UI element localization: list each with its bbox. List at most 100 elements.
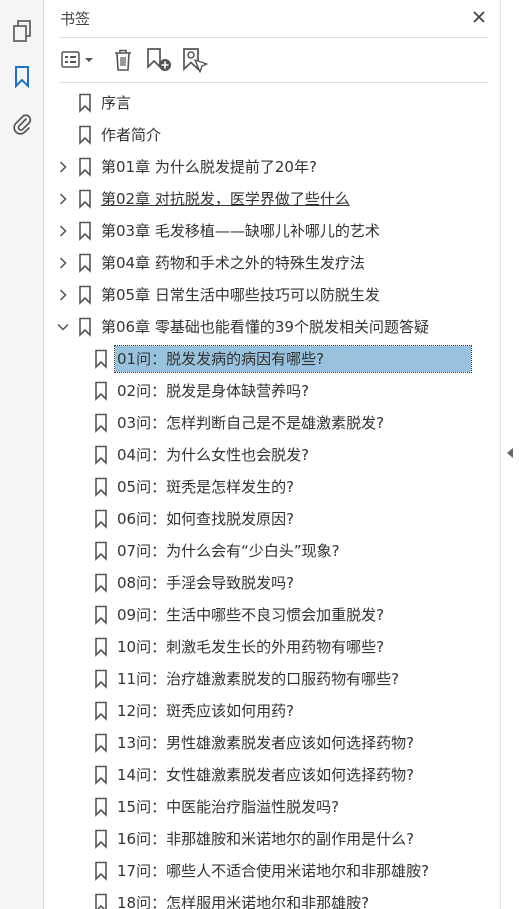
panel-header: 书签 bbox=[60, 0, 490, 36]
left-navigation-rail bbox=[0, 0, 44, 909]
bookmark-icon bbox=[94, 605, 110, 625]
bookmark-label: 07问：为什么会有“少白头”现象? bbox=[117, 542, 340, 560]
bookmark-item[interactable]: 第03章 毛发移植——缺哪儿补哪儿的艺术 bbox=[45, 217, 477, 245]
bookmark-child-item[interactable]: 02问：脱发是身体缺营养吗? bbox=[45, 377, 477, 405]
bookmark-icon bbox=[94, 733, 110, 753]
bookmark-label: 18问：怎样服用米诺地尔和非那雄胺? bbox=[117, 894, 370, 909]
bookmark-icon bbox=[78, 221, 94, 241]
new-bookmark-icon[interactable] bbox=[144, 44, 174, 76]
bookmark-icon bbox=[78, 189, 94, 209]
divider bbox=[60, 82, 488, 83]
bookmark-label: 17问：哪些人不适合使用米诺地尔和非那雄胺? bbox=[117, 862, 430, 880]
bookmark-label: 第04章 药物和手术之外的特殊生发疗法 bbox=[101, 254, 365, 272]
bookmark-child-item[interactable]: 05问：斑秃是怎样发生的? bbox=[45, 473, 477, 501]
bookmark-item[interactable]: 第02章 对抗脱发，医学界做了些什么 bbox=[45, 185, 477, 213]
bookmark-label: 作者简介 bbox=[101, 126, 162, 144]
bookmark-child-item[interactable]: 07问：为什么会有“少白头”现象? bbox=[45, 537, 477, 565]
bookmark-icon bbox=[94, 573, 110, 593]
bookmark-child-item[interactable]: 16问：非那雄胺和米诺地尔的副作用是什么? bbox=[45, 825, 477, 853]
bookmark-icon bbox=[78, 157, 94, 177]
bookmark-label: 13问：男性雄激素脱发者应该如何选择药物? bbox=[117, 734, 415, 752]
panel-splitter[interactable] bbox=[500, 0, 519, 909]
bookmark-label: 05问：斑秃是怎样发生的? bbox=[117, 478, 295, 496]
bookmark-icon bbox=[94, 861, 110, 881]
bookmark-icon bbox=[94, 413, 110, 433]
bookmark-label: 第03章 毛发移植——缺哪儿补哪儿的艺术 bbox=[101, 222, 380, 240]
bookmark-label: 16问：非那雄胺和米诺地尔的副作用是什么? bbox=[117, 830, 415, 848]
chevron-down-icon[interactable] bbox=[55, 319, 71, 335]
bookmark-label: 11问：治疗雄激素脱发的口服药物有哪些? bbox=[117, 670, 400, 688]
bookmark-label: 06问：如何查找脱发原因? bbox=[117, 510, 295, 528]
chevron-right-icon[interactable] bbox=[55, 223, 71, 239]
bookmark-label: 01问：脱发发病的病因有哪些? bbox=[114, 345, 472, 373]
bookmark-item[interactable]: 第06章 零基础也能看懂的39个脱发相关问题答疑 bbox=[45, 313, 477, 341]
bookmark-child-item[interactable]: 03问：怎样判断自己是不是雄激素脱发? bbox=[45, 409, 477, 437]
bookmark-item[interactable]: 作者简介 bbox=[45, 121, 477, 149]
bookmark-label: 第02章 对抗脱发，医学界做了些什么 bbox=[101, 190, 350, 208]
bookmark-child-item[interactable]: 09问：生活中哪些不良习惯会加重脱发? bbox=[45, 601, 477, 629]
bookmark-child-item[interactable]: 15问：中医能治疗脂溢性脱发吗? bbox=[45, 793, 477, 821]
bookmark-child-item[interactable]: 10问：刺激毛发生长的外用药物有哪些? bbox=[45, 633, 477, 661]
delete-icon[interactable] bbox=[110, 44, 136, 76]
pages-icon[interactable] bbox=[9, 18, 35, 44]
bookmark-child-item[interactable]: 06问：如何查找脱发原因? bbox=[45, 505, 477, 533]
bookmark-child-item[interactable]: 17问：哪些人不适合使用米诺地尔和非那雄胺? bbox=[45, 857, 477, 885]
panel-title: 书签 bbox=[60, 10, 91, 28]
bookmark-label: 序言 bbox=[101, 94, 132, 112]
bookmark-label: 10问：刺激毛发生长的外用药物有哪些? bbox=[117, 638, 385, 656]
bookmark-label: 14问：女性雄激素脱发者应该如何选择药物? bbox=[117, 766, 415, 784]
bookmark-tree: 序言作者简介第01章 为什么脱发提前了20年? 第02章 对抗脱发，医学界做了些什… bbox=[45, 89, 477, 909]
bookmark-child-item[interactable]: 12问：斑秃应该如何用药? bbox=[45, 697, 477, 725]
bookmark-child-item[interactable]: 14问：女性雄激素脱发者应该如何选择药物? bbox=[45, 761, 477, 789]
bookmark-icon bbox=[94, 829, 110, 849]
bookmark-icon bbox=[94, 477, 110, 497]
chevron-right-icon[interactable] bbox=[55, 191, 71, 207]
bookmark-icon bbox=[78, 93, 94, 113]
bookmark-icon bbox=[94, 349, 110, 369]
bookmark-label: 第01章 为什么脱发提前了20年? bbox=[101, 158, 317, 176]
options-menu-icon[interactable] bbox=[60, 44, 96, 76]
bookmark-item[interactable]: 序言 bbox=[45, 89, 477, 117]
chevron-right-icon[interactable] bbox=[55, 159, 71, 175]
bookmark-label: 12问：斑秃应该如何用药? bbox=[117, 702, 295, 720]
bookmark-child-item[interactable]: 18问：怎样服用米诺地尔和非那雄胺? bbox=[45, 889, 477, 909]
bookmark-item[interactable]: 第04章 药物和手术之外的特殊生发疗法 bbox=[45, 249, 477, 277]
bookmark-label: 第06章 零基础也能看懂的39个脱发相关问题答疑 bbox=[101, 318, 429, 336]
bookmarks-panel: 书签 序言作者简介第01章 为什么脱发提前了20年? 第02章 对抗脱发，医学界做… bbox=[45, 0, 519, 909]
bookmark-label: 03问：怎样判断自己是不是雄激素脱发? bbox=[117, 414, 385, 432]
bookmark-item[interactable]: 第05章 日常生活中哪些技巧可以防脱生发 bbox=[45, 281, 477, 309]
collapse-panel-arrow-icon[interactable] bbox=[505, 446, 515, 460]
bookmark-icon bbox=[94, 381, 110, 401]
bookmark-label: 08问：手淫会导致脱发吗? bbox=[117, 574, 295, 592]
bookmark-child-item[interactable]: 11问：治疗雄激素脱发的口服药物有哪些? bbox=[45, 665, 477, 693]
bookmark-icon[interactable] bbox=[9, 64, 35, 90]
bookmark-icon bbox=[94, 509, 110, 529]
bookmark-icon bbox=[78, 253, 94, 273]
bookmark-item[interactable]: 第01章 为什么脱发提前了20年? bbox=[45, 153, 477, 181]
bookmark-child-item[interactable]: 01问：脱发发病的病因有哪些? bbox=[45, 345, 477, 373]
bookmark-child-item[interactable]: 08问：手淫会导致脱发吗? bbox=[45, 569, 477, 597]
bookmark-icon bbox=[78, 317, 94, 337]
bookmark-child-item[interactable]: 13问：男性雄激素脱发者应该如何选择药物? bbox=[45, 729, 477, 757]
bookmark-icon bbox=[94, 797, 110, 817]
divider bbox=[60, 37, 488, 38]
close-icon[interactable] bbox=[468, 6, 490, 28]
attachment-icon[interactable] bbox=[9, 110, 35, 136]
bookmark-label: 15问：中医能治疗脂溢性脱发吗? bbox=[117, 798, 340, 816]
bookmark-icon bbox=[78, 285, 94, 305]
bookmark-icon bbox=[94, 893, 110, 909]
bookmark-label: 第05章 日常生活中哪些技巧可以防脱生发 bbox=[101, 286, 380, 304]
bookmark-label: 09问：生活中哪些不良习惯会加重脱发? bbox=[117, 606, 385, 624]
bookmark-search-icon[interactable] bbox=[180, 44, 210, 76]
bookmark-icon bbox=[94, 637, 110, 657]
bookmark-icon bbox=[94, 445, 110, 465]
bookmark-toolbar bbox=[60, 44, 490, 76]
bookmark-label: 04问：为什么女性也会脱发? bbox=[117, 446, 310, 464]
bookmark-icon bbox=[94, 541, 110, 561]
chevron-right-icon[interactable] bbox=[55, 287, 71, 303]
chevron-right-icon[interactable] bbox=[55, 255, 71, 271]
bookmark-child-item[interactable]: 04问：为什么女性也会脱发? bbox=[45, 441, 477, 469]
bookmark-icon bbox=[94, 701, 110, 721]
bookmark-label: 02问：脱发是身体缺营养吗? bbox=[117, 382, 310, 400]
bookmark-icon bbox=[94, 765, 110, 785]
